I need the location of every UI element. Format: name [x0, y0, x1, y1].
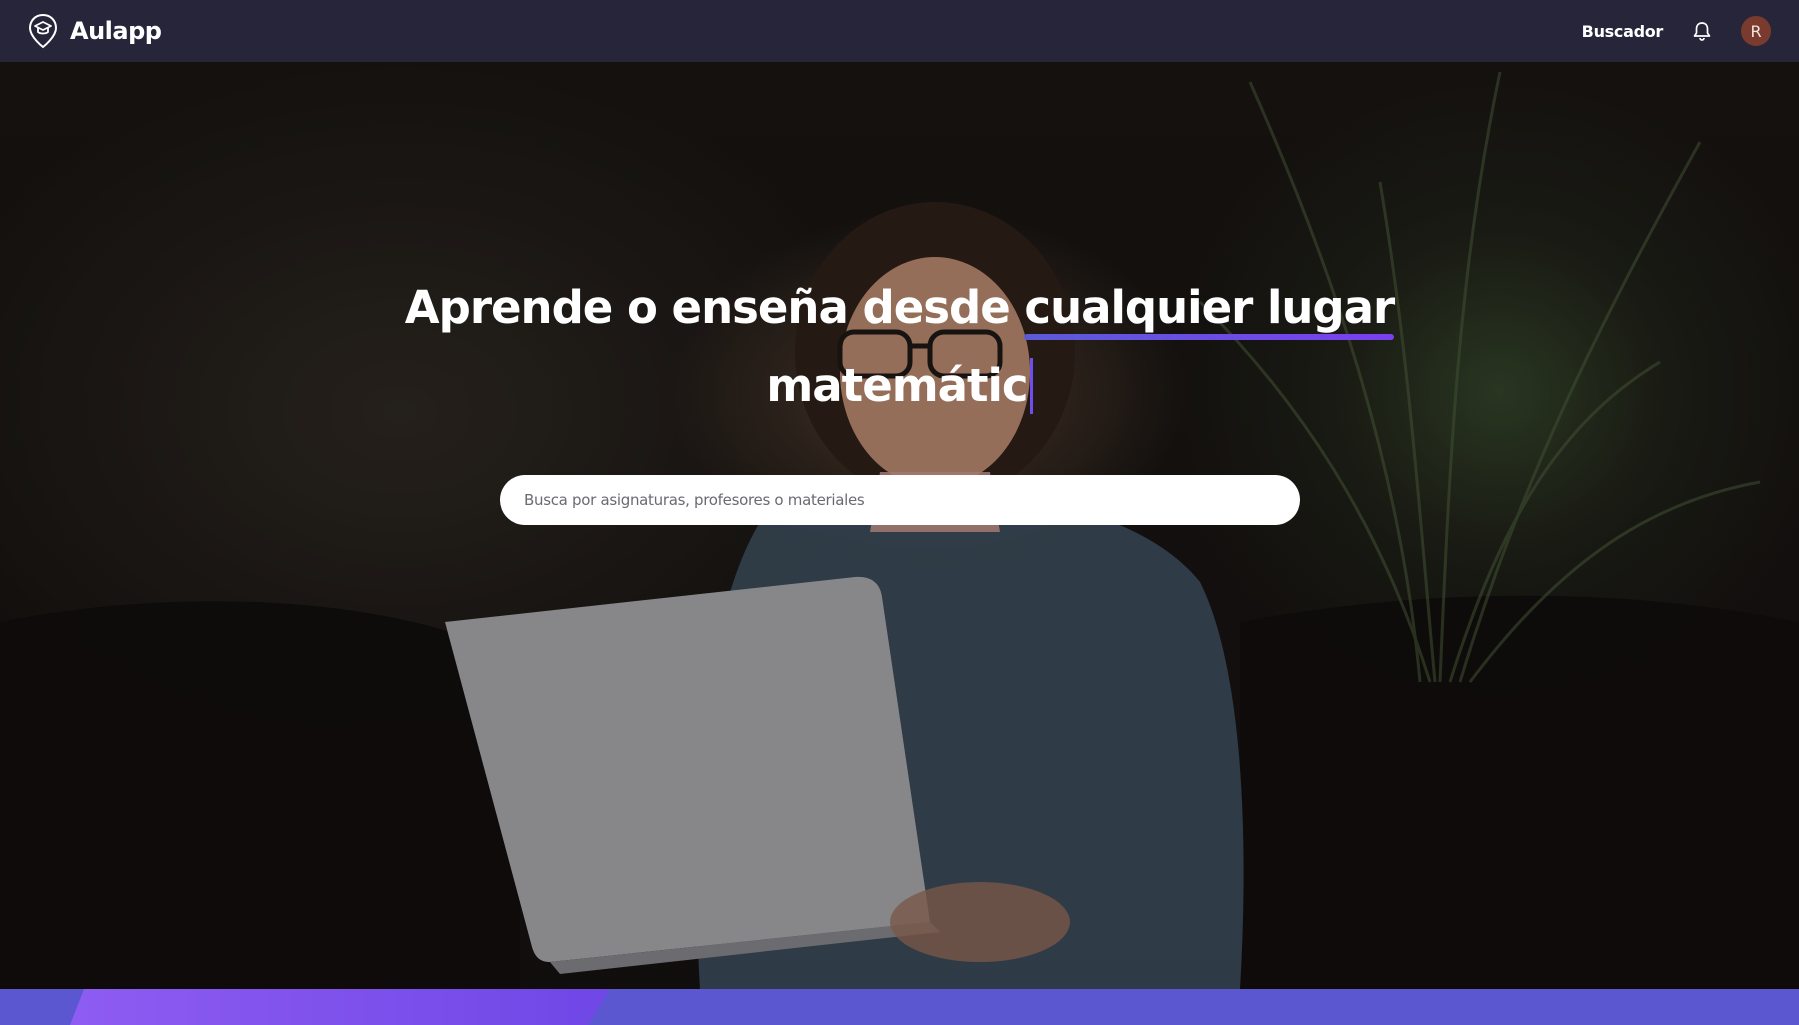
headline-highlight: cualquier lugar: [1024, 281, 1395, 340]
hero-headline: Aprende o enseña desde cualquier lugar: [0, 280, 1799, 340]
bottom-section-band: [0, 989, 1799, 1025]
bottom-accent-shape: [70, 989, 610, 1025]
typed-subject-line: matemátic: [0, 358, 1799, 414]
hero-section: Aprende o enseña desde cualquier lugar m…: [0, 62, 1799, 989]
search-input[interactable]: [500, 475, 1300, 525]
hero-dark-overlay: [0, 62, 1799, 989]
bell-icon[interactable]: [1691, 20, 1713, 42]
top-navbar: Aulapp Buscador R: [0, 0, 1799, 62]
nav-actions: Buscador R: [1582, 16, 1771, 46]
graduation-cap-pin-icon: [28, 13, 58, 49]
brand-name: Aulapp: [70, 17, 162, 45]
brand-home-link[interactable]: Aulapp: [28, 13, 162, 49]
user-avatar[interactable]: R: [1741, 16, 1771, 46]
avatar-initial: R: [1750, 21, 1762, 41]
typing-cursor: [1029, 358, 1033, 414]
headline-prefix: Aprende o enseña desde: [404, 281, 1025, 334]
typed-subject-text: matemátic: [766, 359, 1028, 412]
nav-link-buscador[interactable]: Buscador: [1582, 22, 1664, 41]
